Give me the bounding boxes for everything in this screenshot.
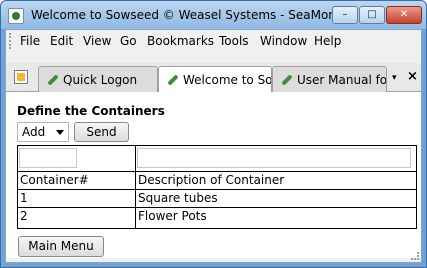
input-row-cell xyxy=(18,146,136,172)
tab-user-manual[interactable]: User Manual fo... xyxy=(272,66,387,92)
menu-edit[interactable]: Edit xyxy=(50,34,73,48)
seamonkey-app-icon xyxy=(8,8,24,24)
resize-grip-icon[interactable] xyxy=(411,252,419,260)
status-bar xyxy=(6,252,421,262)
tab-bar: Quick Logon Welcome to So... User Manual… xyxy=(6,63,421,93)
leaf-icon xyxy=(281,74,293,86)
menu-tools[interactable]: Tools xyxy=(219,34,249,48)
tab-label: User Manual fo... xyxy=(297,73,387,87)
action-select-value: Add xyxy=(22,125,46,139)
column-header-container-number: Container# xyxy=(18,172,136,190)
menu-view[interactable]: View xyxy=(83,34,111,48)
send-button[interactable]: Send xyxy=(74,122,129,142)
tab-overview-icon[interactable] xyxy=(14,70,28,84)
table-cell-number: 1 xyxy=(18,190,136,208)
table-cell-description: Square tubes xyxy=(136,190,416,208)
maximize-button[interactable]: □ xyxy=(359,6,385,24)
menu-window[interactable]: Window xyxy=(260,34,307,48)
containers-table: Container# Description of Container 1 Sq… xyxy=(17,145,417,229)
main-menu-button[interactable]: Main Menu xyxy=(18,236,104,257)
browser-window: Welcome to Sowseed © Weasel Systems - Se… xyxy=(0,0,427,268)
tab-list-chevron-icon[interactable]: ▾ xyxy=(392,73,397,83)
menu-go[interactable]: Go xyxy=(120,34,137,48)
menu-help[interactable]: Help xyxy=(314,34,341,48)
menu-bookmarks[interactable]: Bookmarks xyxy=(147,34,214,48)
tab-quick-logon[interactable]: Quick Logon xyxy=(38,66,158,92)
tab-label: Welcome to So... xyxy=(183,73,272,87)
leaf-icon xyxy=(167,74,179,86)
dropdown-arrow-icon xyxy=(56,130,64,135)
title-bar: Welcome to Sowseed © Weasel Systems - Se… xyxy=(1,1,426,29)
table-cell-number: 2 xyxy=(18,208,136,228)
menu-bar: File Edit View Go Bookmarks Tools Window… xyxy=(6,30,421,53)
page-title: Define the Containers xyxy=(17,104,165,118)
page-content: Define the Containers Add Send Container… xyxy=(6,92,421,258)
close-window-button[interactable]: ✕ xyxy=(386,6,422,24)
window-title: Welcome to Sowseed © Weasel Systems - Se… xyxy=(31,8,357,22)
container-number-input[interactable] xyxy=(19,148,77,168)
action-select[interactable]: Add xyxy=(17,122,69,142)
column-header-description: Description of Container xyxy=(136,172,416,190)
table-cell-description: Flower Pots xyxy=(138,209,207,223)
tab-welcome[interactable]: Welcome to So... xyxy=(158,66,272,93)
browser-chrome: File Edit View Go Bookmarks Tools Window… xyxy=(5,29,422,263)
container-description-input[interactable] xyxy=(137,148,411,168)
toolbar-grip[interactable] xyxy=(9,33,13,49)
leaf-icon xyxy=(47,74,59,86)
input-row-cell xyxy=(136,146,416,172)
tab-label: Quick Logon xyxy=(63,73,138,87)
close-tab-icon[interactable]: × xyxy=(407,69,418,84)
minimize-button[interactable]: – xyxy=(332,6,358,24)
menu-file[interactable]: File xyxy=(20,34,40,48)
